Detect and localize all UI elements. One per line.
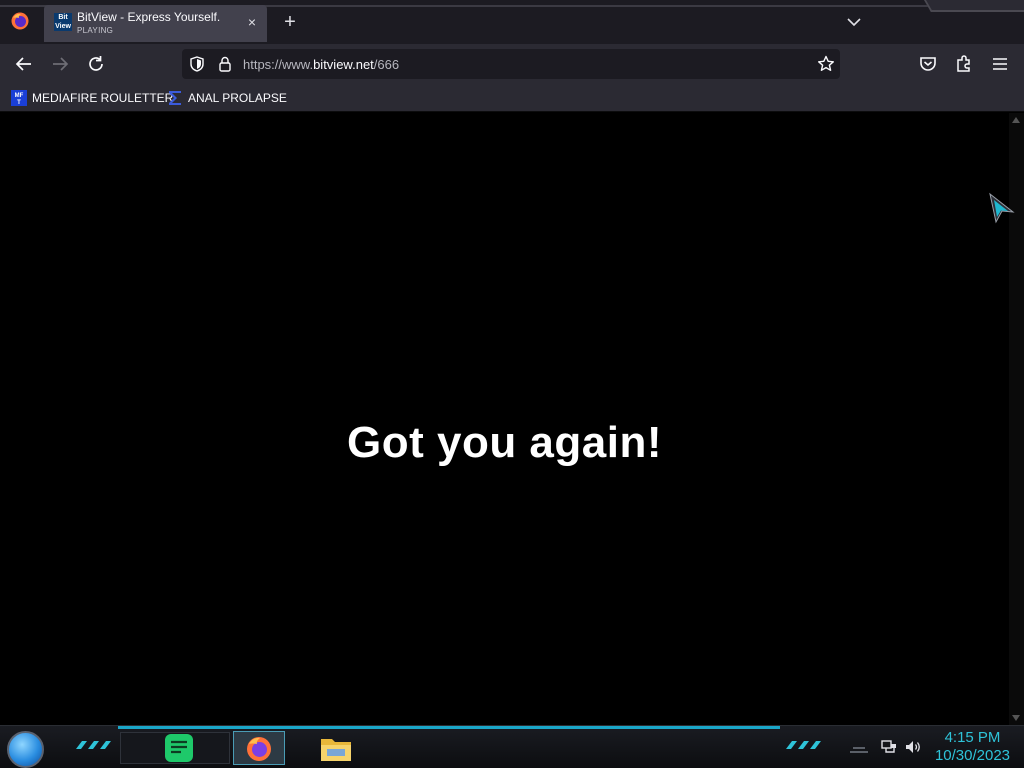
list-all-tabs-chevron-down-icon[interactable]: [842, 10, 866, 34]
pocket-icon[interactable]: [914, 50, 942, 78]
url-text[interactable]: https://www.bitview.net/666: [243, 57, 399, 72]
lock-icon[interactable]: [216, 55, 234, 73]
bookmark-mediafire-rouletter[interactable]: MF T MEDIAFIRE ROULETTER: [11, 88, 173, 108]
network-icon[interactable]: [880, 738, 898, 756]
tab-status-label: PLAYING: [77, 26, 114, 35]
volume-icon[interactable]: [904, 738, 922, 756]
address-bar[interactable]: https://www.bitview.net/666: [182, 49, 840, 79]
tab-strip: Bit View BitView - Express Yourself. PLA…: [0, 0, 1024, 44]
screen: Bit View BitView - Express Yourself. PLA…: [0, 0, 1024, 768]
svg-text:T: T: [17, 100, 21, 106]
close-tab-button[interactable]: ×: [243, 13, 261, 31]
tracking-protection-shield-icon[interactable]: [188, 55, 206, 73]
bookmark-star-icon[interactable]: [816, 54, 836, 74]
svg-text:MF: MF: [15, 93, 24, 99]
window-frame-notch: [924, 0, 1024, 12]
taskbar-accent-line: [118, 726, 780, 729]
page-headline: Got you again!: [347, 418, 662, 467]
page-content: Got you again!: [0, 113, 1009, 725]
navigation-toolbar: https://www.bitview.net/666: [0, 44, 1024, 84]
taskbar: 4:15 PM 10/30/2023: [0, 725, 1024, 768]
folder-icon[interactable]: [318, 731, 354, 765]
bookmark-anal-prolapse[interactable]: ANAL PROLAPSE: [167, 88, 287, 108]
start-button[interactable]: [7, 731, 44, 768]
bookmark-label: ANAL PROLAPSE: [188, 91, 287, 105]
mouse-cursor-icon: [989, 192, 1015, 224]
favicon-text-bottom: View: [55, 23, 71, 30]
show-hidden-icons-icon[interactable]: [848, 738, 870, 756]
bookmarks-toolbar: MF T MEDIAFIRE ROULETTER ANAL PROLAPSE: [0, 84, 1024, 112]
new-tab-button[interactable]: +: [278, 11, 302, 35]
clock-time: 4:15 PM: [944, 729, 1001, 746]
mediafire-icon: MF T: [11, 90, 27, 106]
sigma-icon: [169, 91, 181, 105]
forward-arrow-icon[interactable]: [46, 50, 74, 78]
tab-title: BitView - Express Yourself.: [77, 10, 221, 24]
url-path: /666: [373, 57, 400, 72]
menu-hamburger-icon[interactable]: [986, 50, 1014, 78]
taskbar-firefox-button[interactable]: [233, 731, 285, 765]
firefox-icon[interactable]: [10, 11, 30, 31]
favicon-text-top: Bit: [58, 14, 68, 21]
taskbar-decoration-chevrons-icon: [786, 741, 821, 749]
scroll-up-arrow-icon[interactable]: [1012, 117, 1020, 123]
bitview-favicon-icon: Bit View: [54, 13, 72, 31]
taskbar-clock[interactable]: 4:15 PM 10/30/2023: [925, 729, 1020, 765]
notes-icon[interactable]: [161, 731, 197, 765]
extensions-puzzle-icon[interactable]: [950, 50, 978, 78]
reload-icon[interactable]: [82, 50, 110, 78]
url-prefix: https://www.: [243, 57, 314, 72]
back-arrow-icon[interactable]: [10, 50, 38, 78]
tab-bitview[interactable]: Bit View BitView - Express Yourself. PLA…: [44, 5, 267, 42]
bookmark-label: MEDIAFIRE ROULETTER: [32, 91, 174, 105]
clock-date: 10/30/2023: [934, 747, 1011, 764]
taskbar-decoration-chevrons-icon: [76, 741, 111, 749]
firefox-icon: [247, 737, 271, 761]
scroll-down-arrow-icon[interactable]: [1012, 715, 1020, 721]
url-host: bitview.net: [313, 57, 374, 72]
